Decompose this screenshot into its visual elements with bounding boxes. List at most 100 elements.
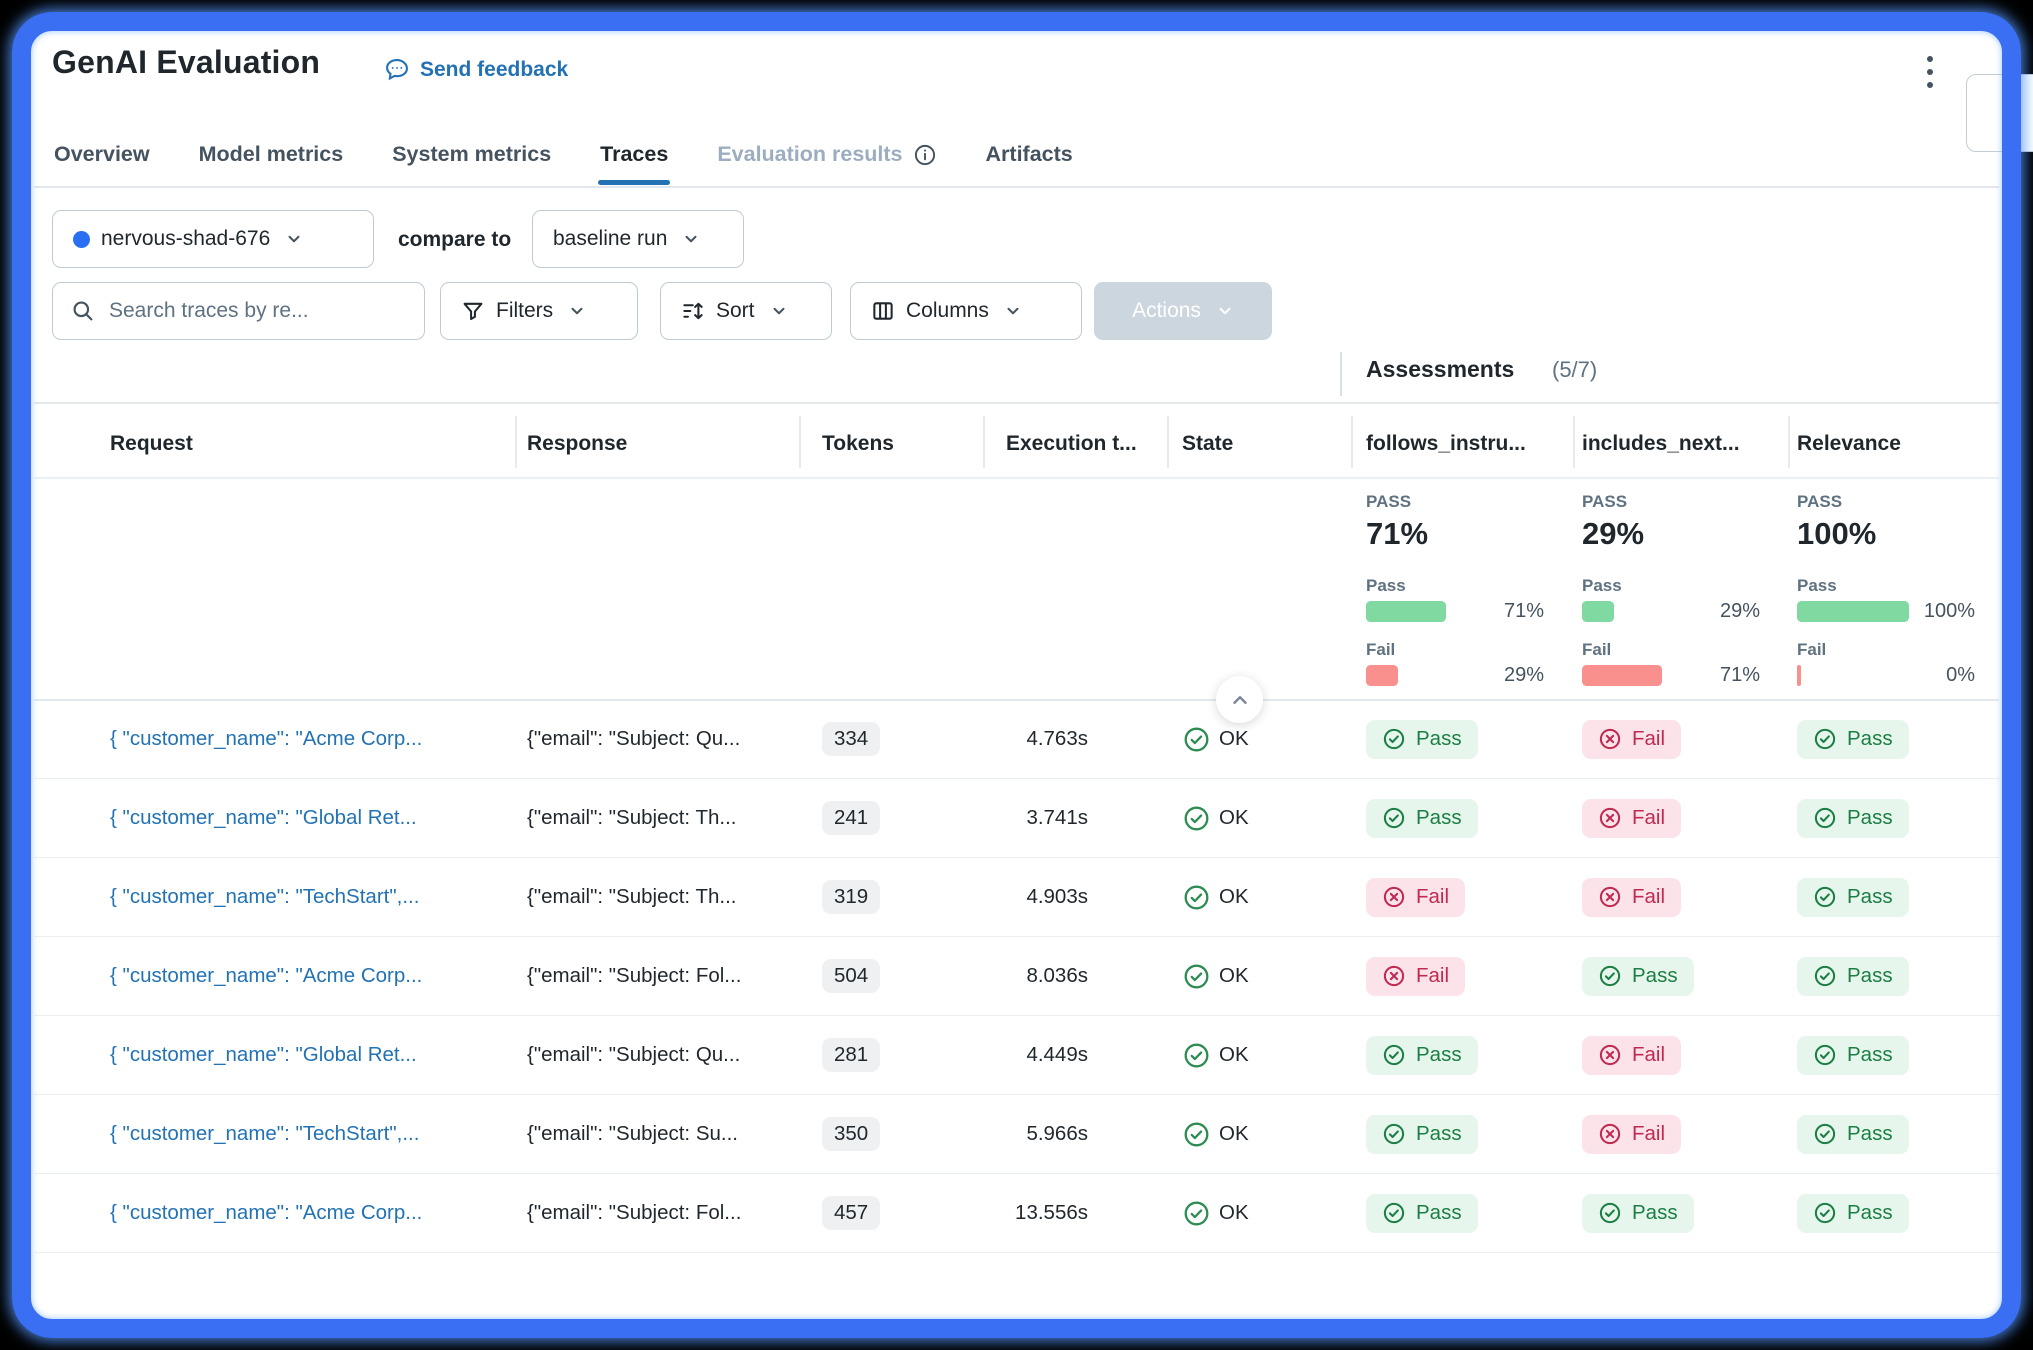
filters-button[interactable]: Filters (440, 282, 638, 340)
check-circle-icon (1382, 806, 1406, 830)
state-label: OK (1219, 885, 1249, 909)
search-input[interactable] (107, 298, 406, 324)
request-cell-link[interactable]: { "customer_name": "Acme Corp... (110, 937, 422, 1015)
assessment-slot: Fail (1582, 1016, 1681, 1094)
check-circle-icon (1813, 806, 1837, 830)
chip-label: Pass (1847, 885, 1893, 909)
assessment-slot: Pass (1366, 1174, 1478, 1252)
fail-bar-label: Fail (1582, 640, 1760, 660)
column-header-includes-next: includes_next... (1582, 432, 1740, 456)
tab-traces[interactable]: Traces (598, 134, 670, 185)
pass-bar-percent: 100% (1924, 600, 1975, 623)
chip-label: Pass (1416, 806, 1462, 830)
request-cell-link[interactable]: { "customer_name": "Acme Corp... (110, 1174, 422, 1252)
chevron-down-icon (770, 302, 788, 320)
chip-label: Fail (1416, 885, 1449, 909)
request-cell-link[interactable]: { "customer_name": "Global Ret... (110, 1016, 417, 1094)
check-circle-icon (1813, 885, 1837, 909)
chevron-down-icon (1216, 302, 1234, 320)
state-cell: OK (1183, 937, 1249, 1015)
request-cell-link[interactable]: { "customer_name": "TechStart",... (110, 1095, 419, 1173)
state-cell: OK (1183, 1174, 1249, 1252)
column-header-state: State (1182, 432, 1233, 456)
tab-overview[interactable]: Overview (52, 134, 152, 185)
fail-chip: Fail (1582, 799, 1681, 838)
tokens-cell: 319 (822, 858, 880, 936)
table-row[interactable]: { "customer_name": "Global Ret... {"emai… (34, 779, 1999, 858)
execution-time-cell: 4.763s (983, 700, 1088, 778)
pass-chip: Pass (1366, 1115, 1478, 1154)
summary-relevance: PASS 100% Pass 100% Fail 0% (1797, 480, 1975, 698)
tokens-cell: 334 (822, 700, 880, 778)
assessments-divider (1340, 352, 1342, 396)
assessment-slot: Fail (1366, 858, 1465, 936)
tokens-badge: 334 (822, 722, 880, 756)
assessment-slot: Pass (1797, 779, 1909, 857)
assessment-slot: Pass (1797, 937, 1909, 1015)
summary-pass-caption: PASS (1582, 492, 1760, 512)
execution-time-cell: 8.036s (983, 937, 1088, 1015)
state-label: OK (1219, 964, 1249, 988)
tab-model-metrics[interactable]: Model metrics (197, 134, 346, 185)
run-selector-dropdown[interactable]: nervous-shad-676 (52, 210, 374, 268)
traces-table-body: { "customer_name": "Acme Corp... {"email… (34, 700, 1999, 1253)
tokens-badge: 241 (822, 801, 880, 835)
info-icon (913, 143, 937, 167)
summary-pass-value: 71% (1366, 516, 1544, 552)
table-row[interactable]: { "customer_name": "TechStart",... {"ema… (34, 858, 1999, 937)
column-divider (1167, 416, 1169, 468)
check-circle-icon (1598, 964, 1622, 988)
tokens-badge: 319 (822, 880, 880, 914)
request-cell-link[interactable]: { "customer_name": "Acme Corp... (110, 700, 422, 778)
table-row[interactable]: { "customer_name": "TechStart",... {"ema… (34, 1095, 1999, 1174)
request-cell-link[interactable]: { "customer_name": "TechStart",... (110, 858, 419, 936)
pass-chip: Pass (1797, 799, 1909, 838)
chevron-down-icon (682, 230, 700, 248)
x-circle-icon (1382, 964, 1406, 988)
tab-system-metrics[interactable]: System metrics (390, 134, 553, 185)
pass-chip: Pass (1582, 1194, 1694, 1233)
collapse-summary-button[interactable] (1216, 676, 1263, 723)
pass-bar-label: Pass (1366, 576, 1544, 596)
page-title: GenAI Evaluation (52, 44, 320, 81)
pass-chip: Pass (1797, 1036, 1909, 1075)
tokens-cell: 504 (822, 937, 880, 1015)
chip-label: Fail (1632, 1122, 1665, 1146)
x-circle-icon (1382, 885, 1406, 909)
chip-label: Fail (1632, 1043, 1665, 1067)
x-circle-icon (1598, 806, 1622, 830)
fail-chip: Fail (1582, 1036, 1681, 1075)
sort-button[interactable]: Sort (660, 282, 832, 340)
baseline-run-label: baseline run (553, 227, 667, 251)
response-cell: {"email": "Subject: Qu... (527, 700, 740, 778)
response-cell: {"email": "Subject: Su... (527, 1095, 738, 1173)
tokens-badge: 504 (822, 959, 880, 993)
columns-button[interactable]: Columns (850, 282, 1082, 340)
pass-chip: Pass (1366, 799, 1478, 838)
execution-time-cell: 4.903s (983, 858, 1088, 936)
response-cell: {"email": "Subject: Qu... (527, 1016, 740, 1094)
state-cell: OK (1183, 779, 1249, 857)
summary-pass-caption: PASS (1366, 492, 1544, 512)
check-circle-icon (1183, 963, 1210, 990)
send-feedback-link[interactable]: Send feedback (383, 56, 568, 84)
clipped-corner-button[interactable] (1966, 74, 2033, 152)
assessment-slot: Pass (1582, 1174, 1694, 1252)
table-row[interactable]: { "customer_name": "Global Ret... {"emai… (34, 1016, 1999, 1095)
table-row[interactable]: { "customer_name": "Acme Corp... {"email… (34, 937, 1999, 1016)
assessment-slot: Pass (1366, 1016, 1478, 1094)
tokens-cell: 281 (822, 1016, 880, 1094)
tab-artifacts[interactable]: Artifacts (984, 134, 1075, 185)
request-cell-link[interactable]: { "customer_name": "Global Ret... (110, 779, 417, 857)
table-row[interactable]: { "customer_name": "Acme Corp... {"email… (34, 1174, 1999, 1253)
kebab-menu-icon[interactable] (1908, 48, 1952, 96)
pass-chip: Pass (1797, 1115, 1909, 1154)
baseline-run-dropdown[interactable]: baseline run (532, 210, 744, 268)
assessment-slot: Pass (1366, 1095, 1478, 1173)
table-row[interactable]: { "customer_name": "Acme Corp... {"email… (34, 700, 1999, 779)
assessment-slot: Pass (1797, 1174, 1909, 1252)
chip-label: Fail (1632, 806, 1665, 830)
state-label: OK (1219, 727, 1249, 751)
response-cell: {"email": "Subject: Fol... (527, 937, 741, 1015)
check-circle-icon (1813, 964, 1837, 988)
